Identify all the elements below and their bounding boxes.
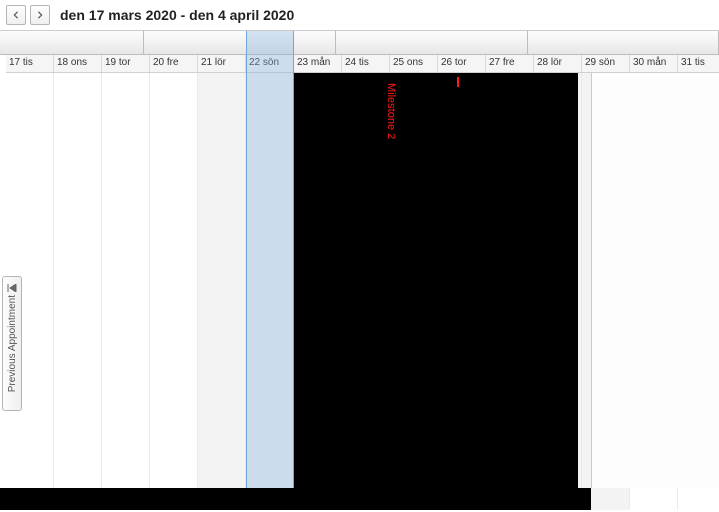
day-header-cell[interactable]: 19 tor: [102, 55, 150, 72]
day-header-cell[interactable]: 28 lör: [534, 55, 582, 72]
day-header-cell[interactable]: 27 fre: [486, 55, 534, 72]
day-column[interactable]: [150, 73, 198, 510]
chevron-right-icon: [36, 11, 44, 19]
prev-range-button[interactable]: [6, 5, 26, 25]
day-header-cell[interactable]: 24 tis: [342, 55, 390, 72]
toolbar: den 17 mars 2020 - den 4 april 2020: [0, 0, 719, 30]
next-range-button[interactable]: [30, 5, 50, 25]
day-column[interactable]: [102, 73, 150, 510]
day-header-cell[interactable]: 30 mån: [630, 55, 678, 72]
day-header-cell[interactable]: 31 tis: [678, 55, 719, 72]
previous-appointment-label: Previous Appointment: [7, 295, 18, 392]
arrow-left-stop-icon: [7, 283, 17, 295]
day-header-cell[interactable]: 21 lör: [198, 55, 246, 72]
appointment-block-bottom[interactable]: [0, 488, 591, 510]
day-header-cell[interactable]: 25 ons: [390, 55, 438, 72]
day-header-cell[interactable]: 22 sön: [246, 55, 294, 72]
date-range-label: den 17 mars 2020 - den 4 april 2020: [60, 7, 294, 23]
day-column[interactable]: [54, 73, 102, 510]
timeline[interactable]: 17 tis18 ons19 tor20 fre21 lör22 sön23 m…: [0, 30, 719, 510]
day-header-cell[interactable]: 29 sön: [582, 55, 630, 72]
milestone-marker: [457, 77, 459, 87]
group-header-cell: [144, 31, 336, 54]
previous-appointment-tab[interactable]: Previous Appointment: [2, 276, 22, 411]
group-header-cell: [336, 31, 528, 54]
day-header-row: 17 tis18 ons19 tor20 fre21 lör22 sön23 m…: [6, 55, 719, 73]
day-header-cell[interactable]: 23 mån: [294, 55, 342, 72]
day-column[interactable]: [246, 73, 294, 510]
day-header-cell[interactable]: 17 tis: [6, 55, 54, 72]
day-header-cell[interactable]: 20 fre: [150, 55, 198, 72]
chevron-left-icon: [12, 11, 20, 19]
day-header-cell[interactable]: 26 tor: [438, 55, 486, 72]
appointment-block-large[interactable]: [294, 73, 578, 488]
day-header-cell[interactable]: 18 ons: [54, 55, 102, 72]
group-header-cell: [0, 31, 144, 54]
timeline-trailing-area: [591, 73, 719, 488]
group-header-cell: [528, 31, 719, 54]
appointment-block-top[interactable]: [294, 77, 457, 89]
day-column[interactable]: [198, 73, 246, 510]
group-header-row: [0, 31, 719, 55]
